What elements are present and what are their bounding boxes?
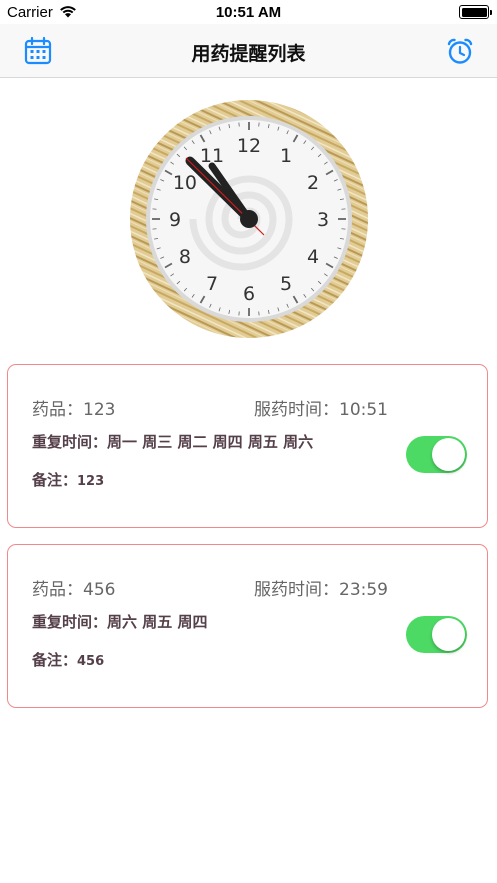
battery-icon [459,5,492,19]
note: 备注：123 [32,471,105,489]
alarm-clock-icon[interactable] [445,36,475,66]
reminder-card[interactable]: 药品：123 服药时间：10:51 重复时间：周一 周三 周二 周四 周五 周六… [7,364,488,528]
clock-numeral: 5 [280,273,292,295]
clock-numeral: 8 [179,246,191,268]
note: 备注：456 [32,651,105,669]
clock-numeral: 12 [237,135,261,157]
take-time: 服药时间：23:59 [254,580,388,600]
reminder-toggle[interactable] [406,436,467,473]
status-bar: Carrier 10:51 AM [0,0,497,24]
clock-numeral: 4 [307,246,319,268]
clock-numeral: 2 [307,172,319,194]
take-time: 服药时间：10:51 [254,400,388,420]
reminder-card[interactable]: 药品：456 服药时间：23:59 重复时间：周六 周五 周四 备注：456 [7,544,488,708]
clock-center [240,210,258,228]
repeat-days: 重复时间：周一 周三 周二 周四 周五 周六 [32,433,314,451]
clock-numeral: 1 [280,145,292,167]
reminder-toggle[interactable] [406,616,467,653]
medicine-name: 药品：456 [32,580,116,600]
medicine-name: 药品：123 [32,400,116,420]
clock-numeral: 9 [169,209,181,231]
clock-numeral: 10 [173,172,197,194]
nav-bar: 用药提醒列表 [0,24,497,78]
clock-numeral: 7 [206,273,218,295]
analog-clock: 12 1234567891011 [130,100,368,338]
page-title: 用药提醒列表 [191,43,306,65]
status-time: 10:51 AM [215,4,282,21]
clock-numeral: 6 [243,283,255,305]
clock-numeral: 3 [317,209,329,231]
repeat-days: 重复时间：周六 周五 周四 [32,613,208,631]
